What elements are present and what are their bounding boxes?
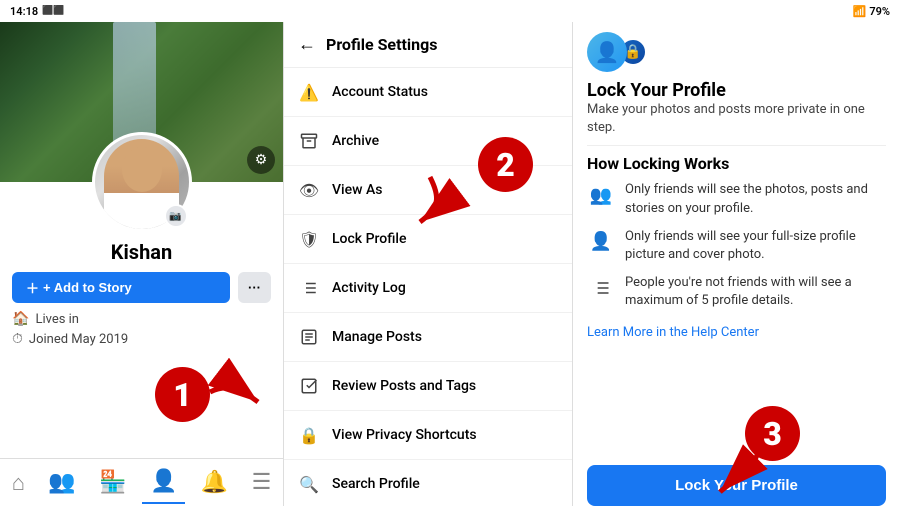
profile-name: Kishan xyxy=(111,240,172,264)
locking-item-1: 👥 Only friends will see the photos, post… xyxy=(587,181,886,217)
shield-icon: 🛡 xyxy=(298,228,320,250)
menu-label-manage-posts: Manage Posts xyxy=(332,329,422,345)
profile-actions: ＋ + Add to Story ··· xyxy=(0,272,283,303)
profile-pic-wrapper: 📷 xyxy=(92,132,192,232)
menu-label-archive: Archive xyxy=(332,133,379,149)
menu-label-view-as: View As xyxy=(332,182,382,198)
nav-marketplace-icon[interactable]: 🏪 xyxy=(91,462,134,503)
warning-icon: ⚠️ xyxy=(298,81,320,103)
eye-icon: 👁 xyxy=(298,179,320,201)
plus-icon: ＋ xyxy=(26,278,39,297)
lock-your-profile-button[interactable]: Lock Your Profile xyxy=(587,465,886,506)
manage-posts-icon xyxy=(298,326,320,348)
lock-profile-subtitle: Make your photos and posts more private … xyxy=(587,101,886,137)
badge-number-1: 1 xyxy=(155,367,210,422)
right-panel: 👤 🔒 Lock Your Profile Make your photos a… xyxy=(573,22,900,506)
menu-title: Profile Settings xyxy=(326,35,437,54)
menu-list: ⚠️ Account Status Archive 👁 View As 🛡 Lo… xyxy=(284,68,572,506)
menu-item-account-status[interactable]: ⚠️ Account Status xyxy=(284,68,572,117)
badge-number-2: 2 xyxy=(478,137,533,192)
joined-date-row: ⏱ Joined May 2019 xyxy=(12,331,271,347)
person-icon: 👤 xyxy=(587,32,627,72)
how-locking-works-title: How Locking Works xyxy=(587,145,886,173)
middle-panel: ← Profile Settings ⚠️ Account Status Arc… xyxy=(283,22,573,506)
menu-item-activity-log[interactable]: Activity Log xyxy=(284,264,572,313)
nav-menu-icon[interactable]: ☰ xyxy=(244,462,280,503)
profile-section: 📷 Kishan xyxy=(0,132,283,264)
menu-label-activity-log: Activity Log xyxy=(332,280,406,296)
max-details-icon xyxy=(587,274,615,302)
profile-pic-privacy-icon: 👤 xyxy=(587,228,615,256)
menu-item-lock-profile[interactable]: 🛡 Lock Profile xyxy=(284,215,572,264)
nav-home-icon[interactable]: ⌂ xyxy=(4,462,33,504)
menu-header: ← Profile Settings xyxy=(284,22,572,68)
friends-photos-icon: 👥 xyxy=(587,181,615,209)
menu-item-review-posts-tags[interactable]: Review Posts and Tags xyxy=(284,362,572,411)
left-panel: ⚙ 📷 Kishan ＋ + Add to Story ··· 🏠 xyxy=(0,22,283,506)
menu-label-view-privacy: View Privacy Shortcuts xyxy=(332,427,477,443)
menu-label-lock-profile: Lock Profile xyxy=(332,231,407,247)
menu-label-search-profile: Search Profile xyxy=(332,476,420,492)
menu-item-manage-posts[interactable]: Manage Posts xyxy=(284,313,572,362)
review-posts-icon xyxy=(298,375,320,397)
clock-icon: ⏱ xyxy=(12,331,23,347)
locking-item-3: People you're not friends with will see … xyxy=(587,274,886,310)
bottom-navigation: ⌂ 👥 🏪 👤 🔔 ☰ xyxy=(0,458,283,506)
activity-log-icon xyxy=(298,277,320,299)
locking-item-text-3: People you're not friends with will see … xyxy=(625,274,886,310)
menu-label-review-posts-tags: Review Posts and Tags xyxy=(332,378,476,394)
nav-notification-icon[interactable]: 🔔 xyxy=(193,462,236,503)
profile-info: 🏠 Lives in ⏱ Joined May 2019 xyxy=(0,303,283,359)
status-bar: 14:18 ⬛⬛ 📶 79% xyxy=(0,0,900,22)
menu-item-search-profile[interactable]: 🔍 Search Profile xyxy=(284,460,572,506)
lives-in-row: 🏠 Lives in xyxy=(12,311,271,327)
add-to-story-button[interactable]: ＋ + Add to Story xyxy=(12,272,230,303)
search-icon: 🔍 xyxy=(298,473,320,495)
lock-header-icons: 👤 🔒 xyxy=(587,32,647,72)
lock-icon: 🔒 xyxy=(298,424,320,446)
menu-label-account-status: Account Status xyxy=(332,84,428,100)
lock-profile-title: Lock Your Profile xyxy=(587,80,886,101)
badge-number-3: 3 xyxy=(745,406,800,461)
status-icons: 📶 79% xyxy=(853,5,890,18)
nav-profile-icon[interactable]: 👤 xyxy=(142,461,185,504)
menu-item-view-privacy[interactable]: 🔒 View Privacy Shortcuts xyxy=(284,411,572,460)
more-options-button[interactable]: ··· xyxy=(238,272,271,303)
locking-item-text-2: Only friends will see your full-size pro… xyxy=(625,228,886,264)
learn-more-link[interactable]: Learn More in the Help Center xyxy=(587,325,886,340)
locking-item-text-1: Only friends will see the photos, posts … xyxy=(625,181,886,217)
locking-item-2: 👤 Only friends will see your full-size p… xyxy=(587,228,886,264)
status-time: 14:18 ⬛⬛ xyxy=(10,5,65,18)
back-arrow-icon[interactable]: ← xyxy=(298,34,316,55)
profile-camera-icon[interactable]: 📷 xyxy=(164,204,188,228)
nav-friends-icon[interactable]: 👥 xyxy=(40,462,83,503)
lock-profile-header: 👤 🔒 xyxy=(587,22,886,80)
archive-icon xyxy=(298,130,320,152)
home-icon: 🏠 xyxy=(12,311,29,327)
